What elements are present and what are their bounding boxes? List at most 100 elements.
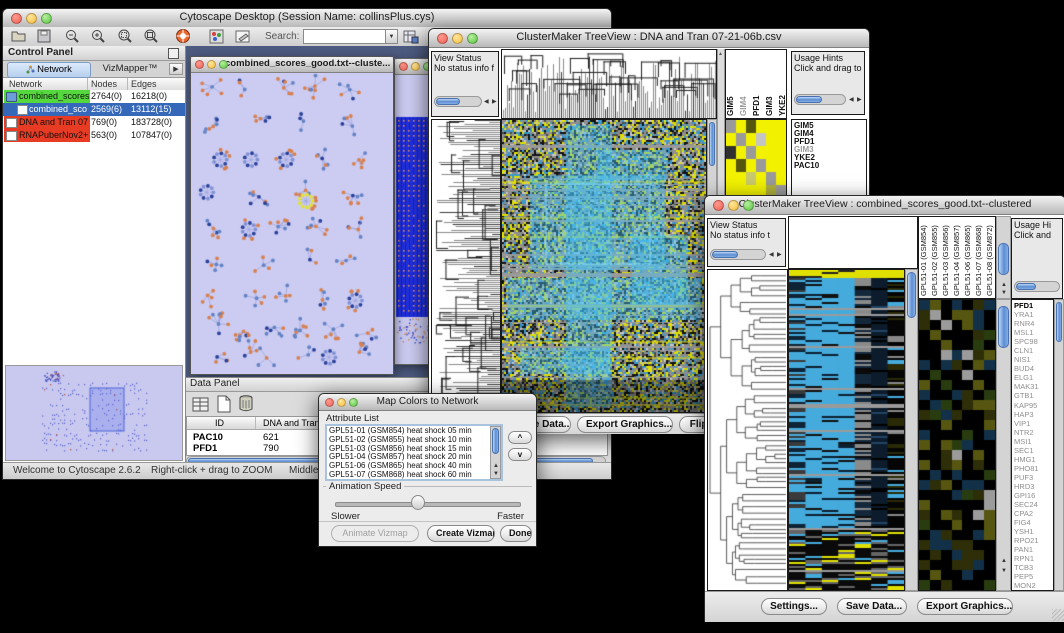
minimize-icon[interactable] (728, 200, 739, 211)
search-input[interactable] (303, 29, 387, 44)
gene-label[interactable]: CLN1 (1014, 346, 1051, 355)
minimize-icon[interactable] (452, 33, 463, 44)
scroll-right-icon[interactable]: ▶ (857, 97, 862, 103)
gene-label[interactable]: PFD1 (1014, 301, 1051, 310)
gene-label[interactable]: PEP5 (1014, 572, 1051, 581)
new-attribute-icon[interactable] (216, 395, 232, 413)
zoom-window-icon[interactable] (743, 200, 754, 211)
move-down-button[interactable]: v (508, 448, 532, 461)
gene-label[interactable]: ELG1 (1014, 373, 1051, 382)
network-view[interactable] (191, 73, 391, 374)
create-vizmap-button[interactable]: Create Vizmap (427, 525, 495, 542)
gene-label[interactable]: VIP1 (1014, 419, 1051, 428)
gene-label[interactable]: GTB1 (1014, 391, 1051, 400)
treeview1-titlebar[interactable]: ClusterMaker TreeView : DNA and Tran 07-… (429, 29, 869, 48)
gene-label[interactable]: FIG4 (1014, 518, 1051, 527)
float-panel-icon[interactable] (168, 48, 179, 59)
gene-label[interactable]: RPO21 (1014, 536, 1051, 545)
zoom-window-icon[interactable] (467, 33, 478, 44)
column-dendrogram[interactable] (502, 50, 716, 118)
gene-label[interactable]: TCB3 (1014, 563, 1051, 572)
settings-button[interactable]: Settings... (761, 598, 827, 615)
treeview2-titlebar[interactable]: ClusterMaker TreeView : combined_scores_… (705, 196, 1064, 215)
export-graphics-button[interactable]: Export Graphics... (577, 416, 673, 433)
zoom-heatmap[interactable] (726, 120, 786, 198)
usage-hints-hscrollbar[interactable] (794, 94, 846, 105)
zoom-selected-icon[interactable] (117, 29, 133, 44)
zoom-vscrollbar[interactable]: ▲ ▼ (996, 299, 1011, 591)
column-dendrogram-panel[interactable] (788, 216, 918, 269)
tab-vizmapper[interactable]: VizMapper™ (93, 62, 167, 76)
minimize-icon[interactable] (411, 62, 420, 71)
gene-label[interactable]: NIS1 (1014, 355, 1051, 364)
zoom-window-icon[interactable] (349, 398, 358, 407)
close-icon[interactable] (713, 200, 724, 211)
annotation-icon[interactable] (235, 29, 251, 44)
gene-label[interactable]: HAP3 (1014, 410, 1051, 419)
gene-label[interactable]: NTR2 (1014, 428, 1051, 437)
minimize-icon[interactable] (337, 398, 346, 407)
zoom-window-icon[interactable] (219, 60, 228, 69)
dialog-titlebar[interactable]: Map Colors to Network (319, 394, 536, 411)
main-titlebar[interactable]: Cytoscape Desktop (Session Name: collins… (3, 9, 611, 28)
attribute-list-vscrollbar[interactable]: ▲ ▼ (490, 426, 501, 479)
zoom-window-icon[interactable] (41, 13, 52, 24)
tab-overflow-button[interactable]: ▶ (169, 63, 183, 75)
row-dendrogram[interactable] (708, 270, 787, 590)
scroll-right-icon[interactable]: ▶ (492, 99, 497, 105)
close-icon[interactable] (437, 33, 448, 44)
close-icon[interactable] (399, 62, 408, 71)
gene-label[interactable]: MSL1 (1014, 328, 1051, 337)
gene-label[interactable]: MON2 (1014, 581, 1051, 590)
gene-label[interactable]: BUD4 (1014, 364, 1051, 373)
gene-label[interactable]: RNR4 (1014, 319, 1051, 328)
resize-grip[interactable] (1052, 609, 1064, 621)
gene-label[interactable]: SEC24 (1014, 500, 1051, 509)
gene-label[interactable]: KAP95 (1014, 401, 1051, 410)
minimize-icon[interactable] (26, 13, 37, 24)
close-icon[interactable] (325, 398, 334, 407)
scroll-left-icon[interactable]: ◀ (484, 99, 489, 105)
search-dropdown-button[interactable]: ▼ (385, 29, 398, 44)
save-data-button[interactable]: Save Data... (837, 598, 907, 615)
attribute-browser-icon[interactable] (403, 29, 419, 44)
scroll-down-icon[interactable]: ▼ (1001, 290, 1007, 296)
delete-attribute-icon[interactable] (238, 394, 255, 413)
table-icon[interactable] (192, 396, 210, 413)
gene-label[interactable]: PAN1 (1014, 545, 1051, 554)
heatmap-vscrollbar[interactable] (905, 269, 918, 591)
animation-slider-thumb[interactable] (411, 495, 425, 510)
done-button[interactable]: Done (500, 525, 532, 542)
zoom-out-icon[interactable] (65, 29, 80, 44)
gene-label[interactable]: YSH1 (1014, 527, 1051, 536)
column-labels-vscrollbar[interactable]: ▲ ▼ (996, 216, 1011, 299)
gene-label[interactable]: SPC98 (1014, 337, 1051, 346)
gene-label[interactable]: SEC1 (1014, 446, 1051, 455)
move-up-button[interactable]: ^ (508, 431, 532, 444)
attribute-list[interactable]: GPL51-01 (GSM854) heat shock 05 minGPL51… (325, 424, 503, 481)
gene-label[interactable]: MAK31 (1014, 382, 1051, 391)
animate-vizmap-button[interactable]: Animate Vizmap (331, 525, 419, 542)
zoom-in-icon[interactable] (91, 29, 106, 44)
help-lifesaver-icon[interactable] (175, 28, 191, 44)
gene-label[interactable]: HRD3 (1014, 482, 1051, 491)
scroll-up-icon[interactable]: ▲ (1001, 282, 1007, 288)
save-icon[interactable] (37, 29, 51, 43)
network-table-row[interactable]: RNAPuberNov2+563(0)107847(0) (3, 129, 185, 142)
global-heatmap[interactable] (502, 120, 706, 412)
zoom-heatmap[interactable] (919, 300, 995, 590)
attribute-list-item[interactable]: GPL51-07 (GSM868) heat shock 60 min (329, 471, 499, 480)
gene-label[interactable]: PHO81 (1014, 464, 1051, 473)
zoom-fit-icon[interactable] (143, 29, 159, 44)
close-icon[interactable] (195, 60, 204, 69)
scroll-down-icon[interactable]: ▼ (1001, 568, 1007, 574)
open-file-icon[interactable] (11, 29, 27, 43)
global-heatmap[interactable] (789, 270, 904, 590)
gene-label[interactable]: RPN1 (1014, 554, 1051, 563)
network-table-row[interactable]: combined_sco2569(6)13112(15) (3, 103, 185, 116)
gene-list-vscrollbar[interactable] (1054, 299, 1064, 591)
tab-network[interactable]: Network (7, 62, 91, 78)
minimize-icon[interactable] (207, 60, 216, 69)
gene-label[interactable]: YRA1 (1014, 310, 1051, 319)
view-status-hscrollbar[interactable] (710, 249, 766, 260)
